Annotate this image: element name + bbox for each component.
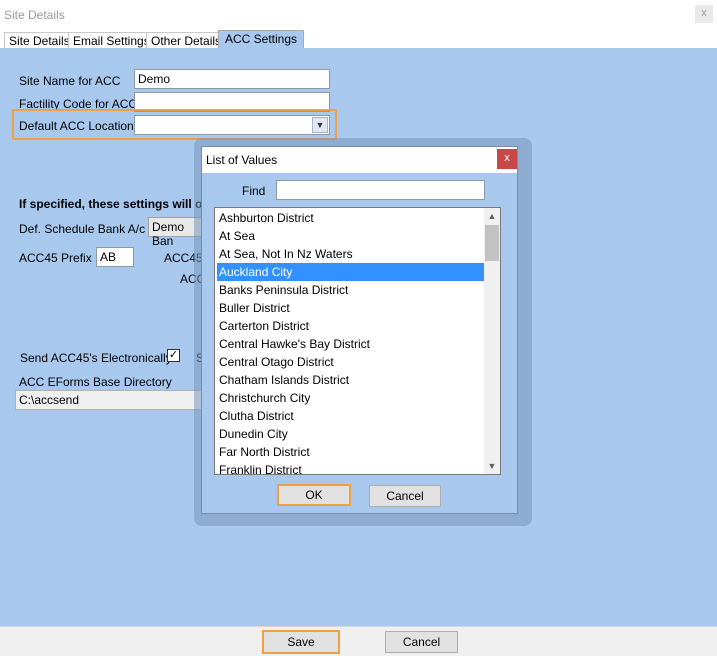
scrollbar-thumb[interactable] xyxy=(485,225,499,261)
dialog-close-icon[interactable]: x xyxy=(497,149,517,169)
list-item[interactable]: Central Hawke's Bay District xyxy=(217,335,484,353)
scroll-down-icon[interactable]: ▼ xyxy=(484,458,500,474)
eforms-dir-label: ACC EForms Base Directory xyxy=(19,375,172,389)
scroll-up-icon[interactable]: ▲ xyxy=(484,208,500,224)
list-item[interactable]: At Sea xyxy=(217,227,484,245)
find-label: Find xyxy=(242,184,266,198)
dialog-title: List of Values xyxy=(206,153,278,167)
ok-button[interactable]: OK xyxy=(277,484,351,506)
schedule-bank-label: Def. Schedule Bank A/c xyxy=(19,222,146,236)
tab-acc-settings[interactable]: ACC Settings xyxy=(218,30,305,48)
cancel-button[interactable]: Cancel xyxy=(385,631,458,653)
send-electronically-checkbox[interactable]: ✓ xyxy=(167,349,180,362)
acc45-prefix-label: ACC45 Prefix xyxy=(19,251,92,265)
list-item[interactable]: Clutha District xyxy=(217,407,484,425)
tab-site-details[interactable]: Site Details xyxy=(4,32,75,48)
list-item[interactable]: Banks Peninsula District xyxy=(217,281,484,299)
list-of-values-dialog: List of Values x Find Ashburton District… xyxy=(201,146,518,514)
dialog-title-bar: List of Values x xyxy=(202,147,517,173)
default-location-label: Default ACC Location xyxy=(19,119,134,133)
override-info-text: If specified, these settings will o xyxy=(19,197,203,211)
tab-strip: Site Details Email Settings Other Detail… xyxy=(0,30,717,48)
title-bar: Site Details x xyxy=(0,0,717,30)
acc45-prefix-input[interactable]: AB xyxy=(96,247,134,267)
site-name-input[interactable]: Demo xyxy=(134,69,330,89)
list-item[interactable]: At Sea, Not In Nz Waters xyxy=(217,245,484,263)
window-title: Site Details xyxy=(4,8,65,22)
list-item[interactable]: Franklin District xyxy=(217,461,484,474)
send-electronically-label: Send ACC45's Electronically? xyxy=(20,351,179,365)
eforms-dir-input[interactable]: C:\accsend xyxy=(15,390,205,410)
chevron-down-icon[interactable]: ▼ xyxy=(312,117,328,133)
list-item[interactable]: Carterton District xyxy=(217,317,484,335)
save-button[interactable]: Save xyxy=(262,630,340,654)
list-item[interactable]: Chatham Islands District xyxy=(217,371,484,389)
footer-bar xyxy=(0,626,717,656)
default-location-combo[interactable]: ▼ xyxy=(134,115,330,135)
list-item[interactable]: Ashburton District xyxy=(217,209,484,227)
list-item[interactable]: Buller District xyxy=(217,299,484,317)
list-item[interactable]: Central Otago District xyxy=(217,353,484,371)
list-item[interactable]: Christchurch City xyxy=(217,389,484,407)
find-input[interactable] xyxy=(276,180,485,200)
tab-email-settings[interactable]: Email Settings xyxy=(68,32,155,48)
dialog-cancel-button[interactable]: Cancel xyxy=(369,485,441,507)
site-name-label: Site Name for ACC xyxy=(19,74,121,88)
list-item[interactable]: Far North District xyxy=(217,443,484,461)
listbox-scrollbar[interactable]: ▲ ▼ xyxy=(484,208,500,474)
tab-other-details[interactable]: Other Details xyxy=(146,32,227,48)
close-icon[interactable]: x xyxy=(695,5,713,23)
list-item[interactable]: Auckland City xyxy=(217,263,484,281)
list-item[interactable]: Dunedin City xyxy=(217,425,484,443)
values-listbox[interactable]: Ashburton District At Sea At Sea, Not In N… xyxy=(214,207,501,475)
